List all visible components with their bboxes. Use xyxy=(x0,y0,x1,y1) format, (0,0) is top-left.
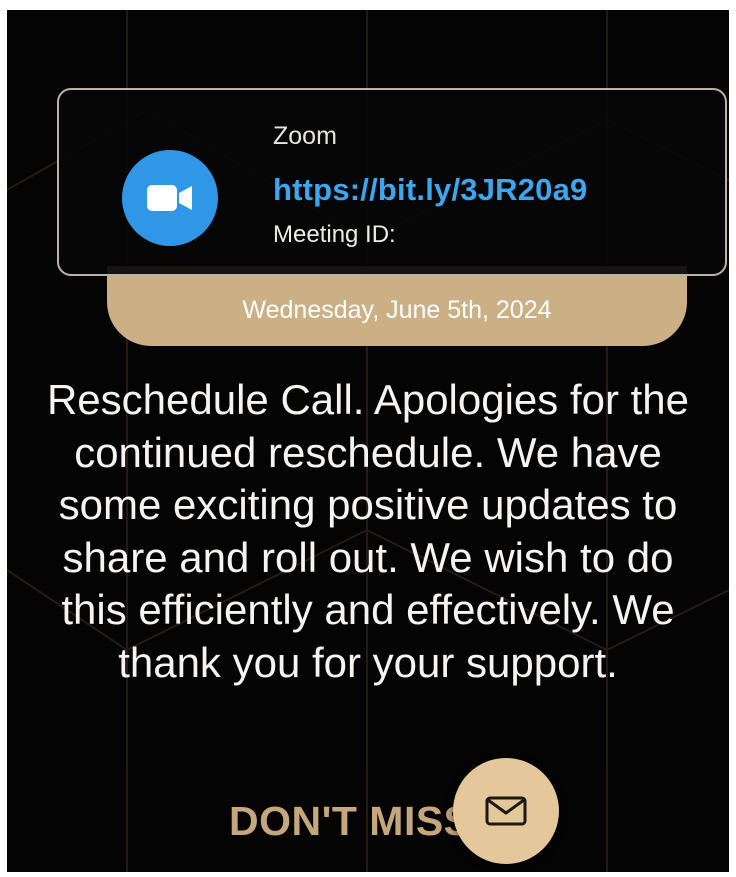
reschedule-message: Reschedule Call. Apologies for the conti… xyxy=(46,376,690,686)
meeting-date: Wednesday, June 5th, 2024 xyxy=(242,296,552,324)
date-banner: Wednesday, June 5th, 2024 xyxy=(107,266,687,346)
meeting-id-label: Meeting ID: xyxy=(273,221,396,248)
dont-miss-heading: DON'T MISS xyxy=(229,798,472,844)
envelope-icon xyxy=(485,796,527,826)
meeting-link[interactable]: https://bit.ly/3JR20a9 xyxy=(273,172,588,208)
zoom-link-card[interactable]: Zoom https://bit.ly/3JR20a9 Meeting ID: xyxy=(57,88,727,276)
message-button[interactable] xyxy=(453,758,559,864)
invite-screen: Zoom https://bit.ly/3JR20a9 Meeting ID: … xyxy=(7,10,729,872)
app-name: Zoom xyxy=(273,122,337,150)
video-camera-icon xyxy=(122,150,218,246)
